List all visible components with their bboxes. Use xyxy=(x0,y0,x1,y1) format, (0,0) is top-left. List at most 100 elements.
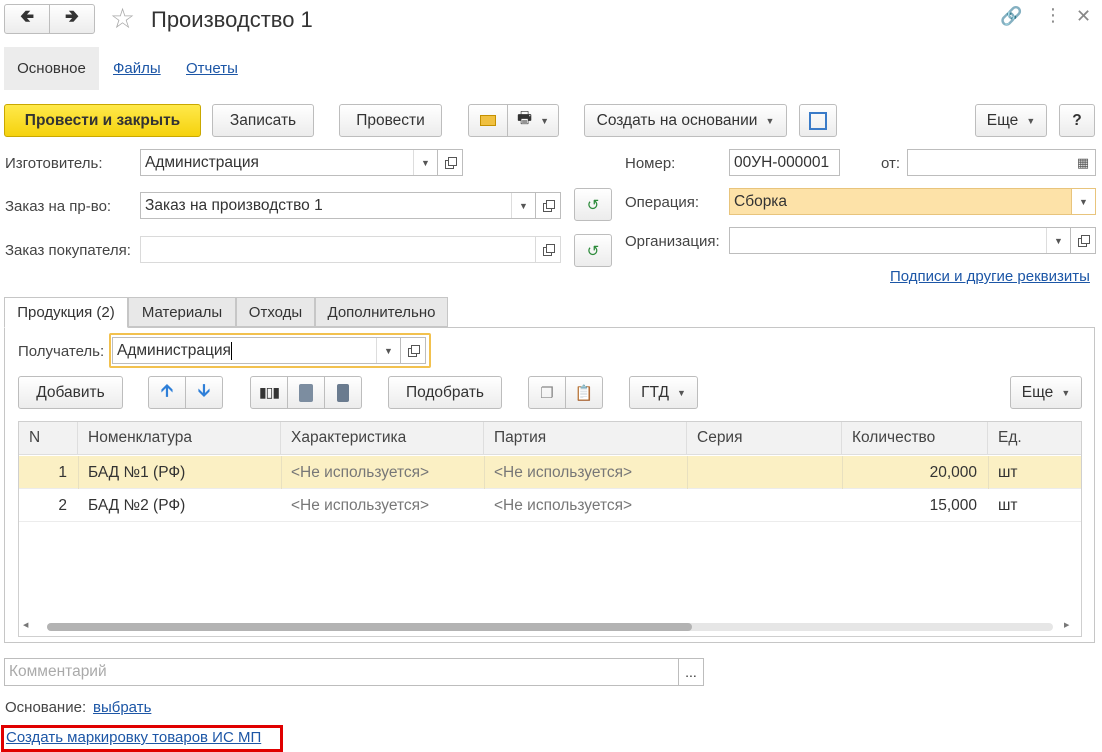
operation-label: Операция: xyxy=(625,194,700,211)
comment-expand-button[interactable]: ... xyxy=(678,658,704,686)
organization-open-button[interactable] xyxy=(1070,227,1096,254)
col-header-n[interactable]: N xyxy=(19,422,78,455)
date-field[interactable]: ▦ xyxy=(907,149,1096,176)
basis-select-link[interactable]: выбрать xyxy=(93,699,151,716)
cell-n: 1 xyxy=(58,463,67,481)
operation-field[interactable]: Сборка ▼ xyxy=(729,188,1096,215)
tab-reports[interactable]: Отчеты xyxy=(186,60,238,77)
table-row[interactable]: 2 БАД №2 (РФ) <Не используется> <Не испо… xyxy=(19,489,1081,522)
customer-order-label: Заказ покупателя: xyxy=(5,242,131,259)
paste-icon: 📋 xyxy=(574,384,594,402)
tab-files[interactable]: Файлы xyxy=(113,60,161,77)
structure-button[interactable] xyxy=(799,104,837,137)
fill-icon: ↺ xyxy=(586,196,600,214)
prod-order-field[interactable]: Заказ на производство 1 ▼ xyxy=(140,192,536,219)
star-icon[interactable]: ☆ xyxy=(110,2,135,35)
save-button[interactable]: Записать xyxy=(212,104,314,137)
col-sep xyxy=(988,456,989,489)
fill-from-customer-order-button[interactable]: ↺ xyxy=(574,234,612,267)
copy-icon: ❐ xyxy=(540,384,554,402)
chevron-down-icon: ▼ xyxy=(765,115,775,126)
cell-n: 2 xyxy=(58,496,67,514)
post-button[interactable]: Провести xyxy=(339,104,442,137)
barcode-search-button[interactable]: ▮▯▮ xyxy=(250,376,288,409)
tab-main[interactable]: Основное xyxy=(4,47,99,90)
help-button[interactable]: ? xyxy=(1059,104,1095,137)
chevron-down-icon[interactable]: ▼ xyxy=(1046,228,1070,253)
barcode-icon: ▮▯▮ xyxy=(258,384,280,400)
customer-order-open-button[interactable] xyxy=(535,236,561,263)
table-more-button[interactable]: Еще ▼ xyxy=(1010,376,1082,409)
chevron-down-icon: ▼ xyxy=(1061,387,1071,398)
tab-additional[interactable]: Дополнительно xyxy=(315,297,448,327)
arrow-left-icon: 🢀 xyxy=(19,6,35,26)
create-marking-link[interactable]: Создать маркировку товаров ИС МП xyxy=(6,729,261,746)
number-value: 00УН-000001 xyxy=(734,153,830,171)
cell-quantity: 20,000 xyxy=(929,463,977,481)
table-more-label: Еще xyxy=(1021,383,1054,401)
data-collection-button[interactable] xyxy=(287,376,325,409)
products-table[interactable]: N Номенклатура Характеристика Партия Сер… xyxy=(18,421,1082,637)
create-based-on-button[interactable]: Создать на основании ▼ xyxy=(584,104,787,137)
gtd-button[interactable]: ГТД ▼ xyxy=(629,376,698,409)
tab-materials[interactable]: Материалы xyxy=(128,297,236,327)
table-row[interactable]: 1 БАД №1 (РФ) <Не используется> <Не испо… xyxy=(19,456,1081,489)
close-icon[interactable]: ✕ xyxy=(1076,6,1091,27)
organization-field[interactable]: ▼ xyxy=(729,227,1071,254)
print-button[interactable]: 🖶 ▼ xyxy=(507,104,559,137)
col-header-characteristic[interactable]: Характеристика xyxy=(281,422,484,455)
post-and-close-button[interactable]: Провести и закрыть xyxy=(4,104,201,137)
cell-unit: шт xyxy=(998,463,1018,481)
recipient-field[interactable]: Администрация ▼ xyxy=(112,337,401,364)
move-up-button[interactable]: 🡩 xyxy=(148,376,186,409)
chevron-down-icon[interactable]: ▼ xyxy=(413,150,437,175)
col-header-item[interactable]: Номенклатура xyxy=(78,422,281,455)
chevron-down-icon[interactable]: ▼ xyxy=(511,193,535,218)
col-sep xyxy=(687,456,688,489)
prod-order-open-button[interactable] xyxy=(535,192,561,219)
col-header-batch[interactable]: Партия xyxy=(484,422,687,455)
tab-waste[interactable]: Отходы xyxy=(236,297,315,327)
tab-main-label: Основное xyxy=(17,60,86,77)
move-down-button[interactable]: 🡫 xyxy=(185,376,223,409)
scroll-left-icon[interactable]: ◀ xyxy=(23,621,28,629)
hierarchy-icon xyxy=(809,111,827,130)
horizontal-scrollbar[interactable] xyxy=(47,623,1053,631)
fill-from-prod-order-button[interactable]: ↺ xyxy=(574,188,612,221)
calendar-icon[interactable]: ▦ xyxy=(1071,150,1095,175)
col-header-quantity[interactable]: Количество xyxy=(842,422,988,455)
gtd-label: ГТД xyxy=(641,383,669,401)
link-icon[interactable]: 🔗 xyxy=(1000,6,1022,27)
comment-field[interactable]: Комментарий xyxy=(4,658,679,686)
add-row-button[interactable]: Добавить xyxy=(18,376,123,409)
number-field[interactable]: 00УН-000001 xyxy=(729,149,840,176)
manufacturer-field[interactable]: Администрация ▼ xyxy=(140,149,438,176)
paste-rows-button[interactable]: 📋 xyxy=(565,376,603,409)
manufacturer-open-button[interactable] xyxy=(437,149,463,176)
scrollbar-thumb[interactable] xyxy=(47,623,692,631)
col-sep xyxy=(842,456,843,489)
chevron-down-icon: ▼ xyxy=(1026,115,1036,126)
customer-order-field[interactable] xyxy=(140,236,536,263)
back-button[interactable]: 🢀 xyxy=(4,4,50,34)
manufacturer-label: Изготовитель: xyxy=(5,155,103,172)
col-header-unit[interactable]: Ед. xyxy=(988,422,1081,455)
cell-characteristic: <Не используется> xyxy=(291,463,430,481)
tab-products[interactable]: Продукция (2) xyxy=(4,297,128,328)
more-menu-icon[interactable]: ⋮ xyxy=(1044,5,1062,26)
more-button[interactable]: Еще ▼ xyxy=(975,104,1047,137)
chevron-down-icon[interactable]: ▼ xyxy=(1071,189,1095,214)
page-title: Производство 1 xyxy=(151,7,313,32)
chevron-down-icon: ▼ xyxy=(676,387,686,398)
open-icon xyxy=(542,244,555,256)
pick-button[interactable]: Подобрать xyxy=(388,376,502,409)
terminal-button[interactable] xyxy=(324,376,362,409)
forward-button[interactable]: 🢂 xyxy=(49,4,95,34)
chevron-down-icon[interactable]: ▼ xyxy=(376,338,400,363)
col-header-series[interactable]: Серия xyxy=(687,422,842,455)
copy-rows-button[interactable]: ❐ xyxy=(528,376,566,409)
recipient-open-button[interactable] xyxy=(400,337,426,364)
email-button[interactable] xyxy=(468,104,508,137)
scroll-right-icon[interactable]: ▶ xyxy=(1064,621,1069,629)
signatures-link[interactable]: Подписи и другие реквизиты xyxy=(890,268,1090,285)
